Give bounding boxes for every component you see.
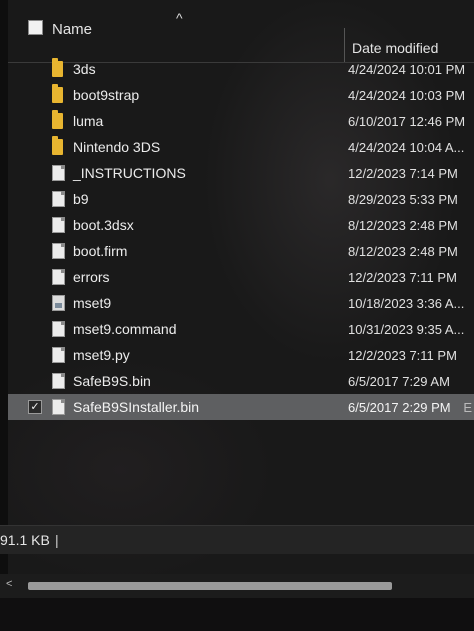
- file-name: errors: [73, 269, 110, 285]
- file-name: mset9.command: [73, 321, 177, 337]
- monitor-bezel: [0, 598, 474, 631]
- column-header: Name ^ Date modified: [8, 0, 474, 63]
- file-date: 4/24/2024 10:04 A...: [348, 140, 465, 155]
- file-icon: [52, 269, 65, 285]
- checkbox-checked-icon[interactable]: ✓: [28, 400, 42, 414]
- file-name: SafeB9S.bin: [73, 373, 151, 389]
- file-name: boot.firm: [73, 243, 128, 259]
- file-icon: [52, 165, 65, 181]
- file-row-nintendo-3ds[interactable]: Nintendo 3DS 4/24/2024 10:04 A...: [8, 134, 474, 160]
- file-name: SafeB9SInstaller.bin: [73, 399, 200, 415]
- file-name: boot9strap: [73, 87, 140, 103]
- file-row-boot-3dsx[interactable]: boot.3dsx 8/12/2023 2:48 PM: [8, 212, 474, 238]
- file-date: 6/5/2017 2:29 PM: [348, 400, 451, 415]
- file-icon: [52, 243, 65, 259]
- file-name: 3ds: [73, 61, 96, 77]
- scroll-left-icon[interactable]: <: [6, 578, 12, 590]
- file-icon: [52, 191, 65, 207]
- file-row-luma[interactable]: luma 6/10/2017 12:46 PM: [8, 108, 474, 134]
- folder-icon: [52, 110, 63, 129]
- file-row-errors[interactable]: errors 12/2/2023 7:11 PM: [8, 264, 474, 290]
- file-name: b9: [73, 191, 89, 207]
- file-date: 10/31/2023 9:35 A...: [348, 322, 465, 337]
- file-date: 8/29/2023 5:33 PM: [348, 192, 458, 207]
- file-row-mset9-command[interactable]: mset9.command 10/31/2023 9:35 A...: [8, 316, 474, 342]
- status-separator: |: [55, 532, 59, 548]
- file-name: mset9: [73, 295, 112, 311]
- truncated-column-text: E: [463, 400, 472, 415]
- file-date: 10/18/2023 3:36 A...: [348, 296, 465, 311]
- column-date-modified-header[interactable]: Date modified: [352, 40, 438, 56]
- file-image-icon: [52, 295, 65, 311]
- file-row-safeb9s-bin[interactable]: SafeB9S.bin 6/5/2017 7:29 AM: [8, 368, 474, 394]
- file-row-b9[interactable]: b9 8/29/2023 5:33 PM: [8, 186, 474, 212]
- file-date: 12/2/2023 7:11 PM: [348, 270, 457, 285]
- file-list: 3ds 4/24/2024 10:01 PM boot9strap 4/24/2…: [8, 56, 474, 420]
- file-date: 12/2/2023 7:14 PM: [348, 166, 458, 181]
- file-row-instructions[interactable]: _INSTRUCTIONS 12/2/2023 7:14 PM: [8, 160, 474, 186]
- status-bar: 91.1 KB |: [0, 525, 474, 554]
- file-icon: [52, 399, 65, 415]
- folder-icon: [52, 58, 63, 77]
- file-explorer-window: Name ^ Date modified 3ds 4/24/2024 10:01…: [0, 0, 474, 631]
- file-icon: [52, 373, 65, 389]
- select-all-checkbox[interactable]: [28, 20, 43, 35]
- file-date: 6/5/2017 7:29 AM: [348, 374, 450, 389]
- file-name: mset9.py: [73, 347, 130, 363]
- file-row-boot-firm[interactable]: boot.firm 8/12/2023 2:48 PM: [8, 238, 474, 264]
- scrollbar-thumb[interactable]: [28, 582, 392, 590]
- selected-size: 91.1 KB: [0, 532, 50, 548]
- file-row-3ds[interactable]: 3ds 4/24/2024 10:01 PM: [8, 56, 474, 82]
- file-row-mset9-py[interactable]: mset9.py 12/2/2023 7:11 PM: [8, 342, 474, 368]
- file-name: _INSTRUCTIONS: [73, 165, 186, 181]
- file-date: 6/10/2017 12:46 PM: [348, 114, 466, 129]
- file-row-mset9[interactable]: mset9 10/18/2023 3:36 A...: [8, 290, 474, 316]
- sort-ascending-icon: ^: [176, 10, 183, 26]
- file-date: 4/24/2024 10:01 PM: [348, 62, 466, 77]
- folder-icon: [52, 136, 63, 155]
- folder-icon: [52, 84, 63, 103]
- file-name: boot.3dsx: [73, 217, 134, 233]
- file-row-safeb9sinstaller-bin[interactable]: ✓ SafeB9SInstaller.bin 6/5/2017 2:29 PM …: [8, 394, 474, 420]
- file-name: Nintendo 3DS: [73, 139, 161, 155]
- file-date: 8/12/2023 2:48 PM: [348, 218, 458, 233]
- column-name-header[interactable]: Name: [52, 21, 92, 38]
- file-icon: [52, 321, 65, 337]
- file-icon: [52, 217, 65, 233]
- file-date: 12/2/2023 7:11 PM: [348, 348, 457, 363]
- file-row-boot9strap[interactable]: boot9strap 4/24/2024 10:03 PM: [8, 82, 474, 108]
- horizontal-scrollbar[interactable]: <: [0, 574, 474, 598]
- file-date: 8/12/2023 2:48 PM: [348, 244, 458, 259]
- file-icon: [52, 347, 65, 363]
- file-date: 4/24/2024 10:03 PM: [348, 88, 466, 103]
- file-name: luma: [73, 113, 104, 129]
